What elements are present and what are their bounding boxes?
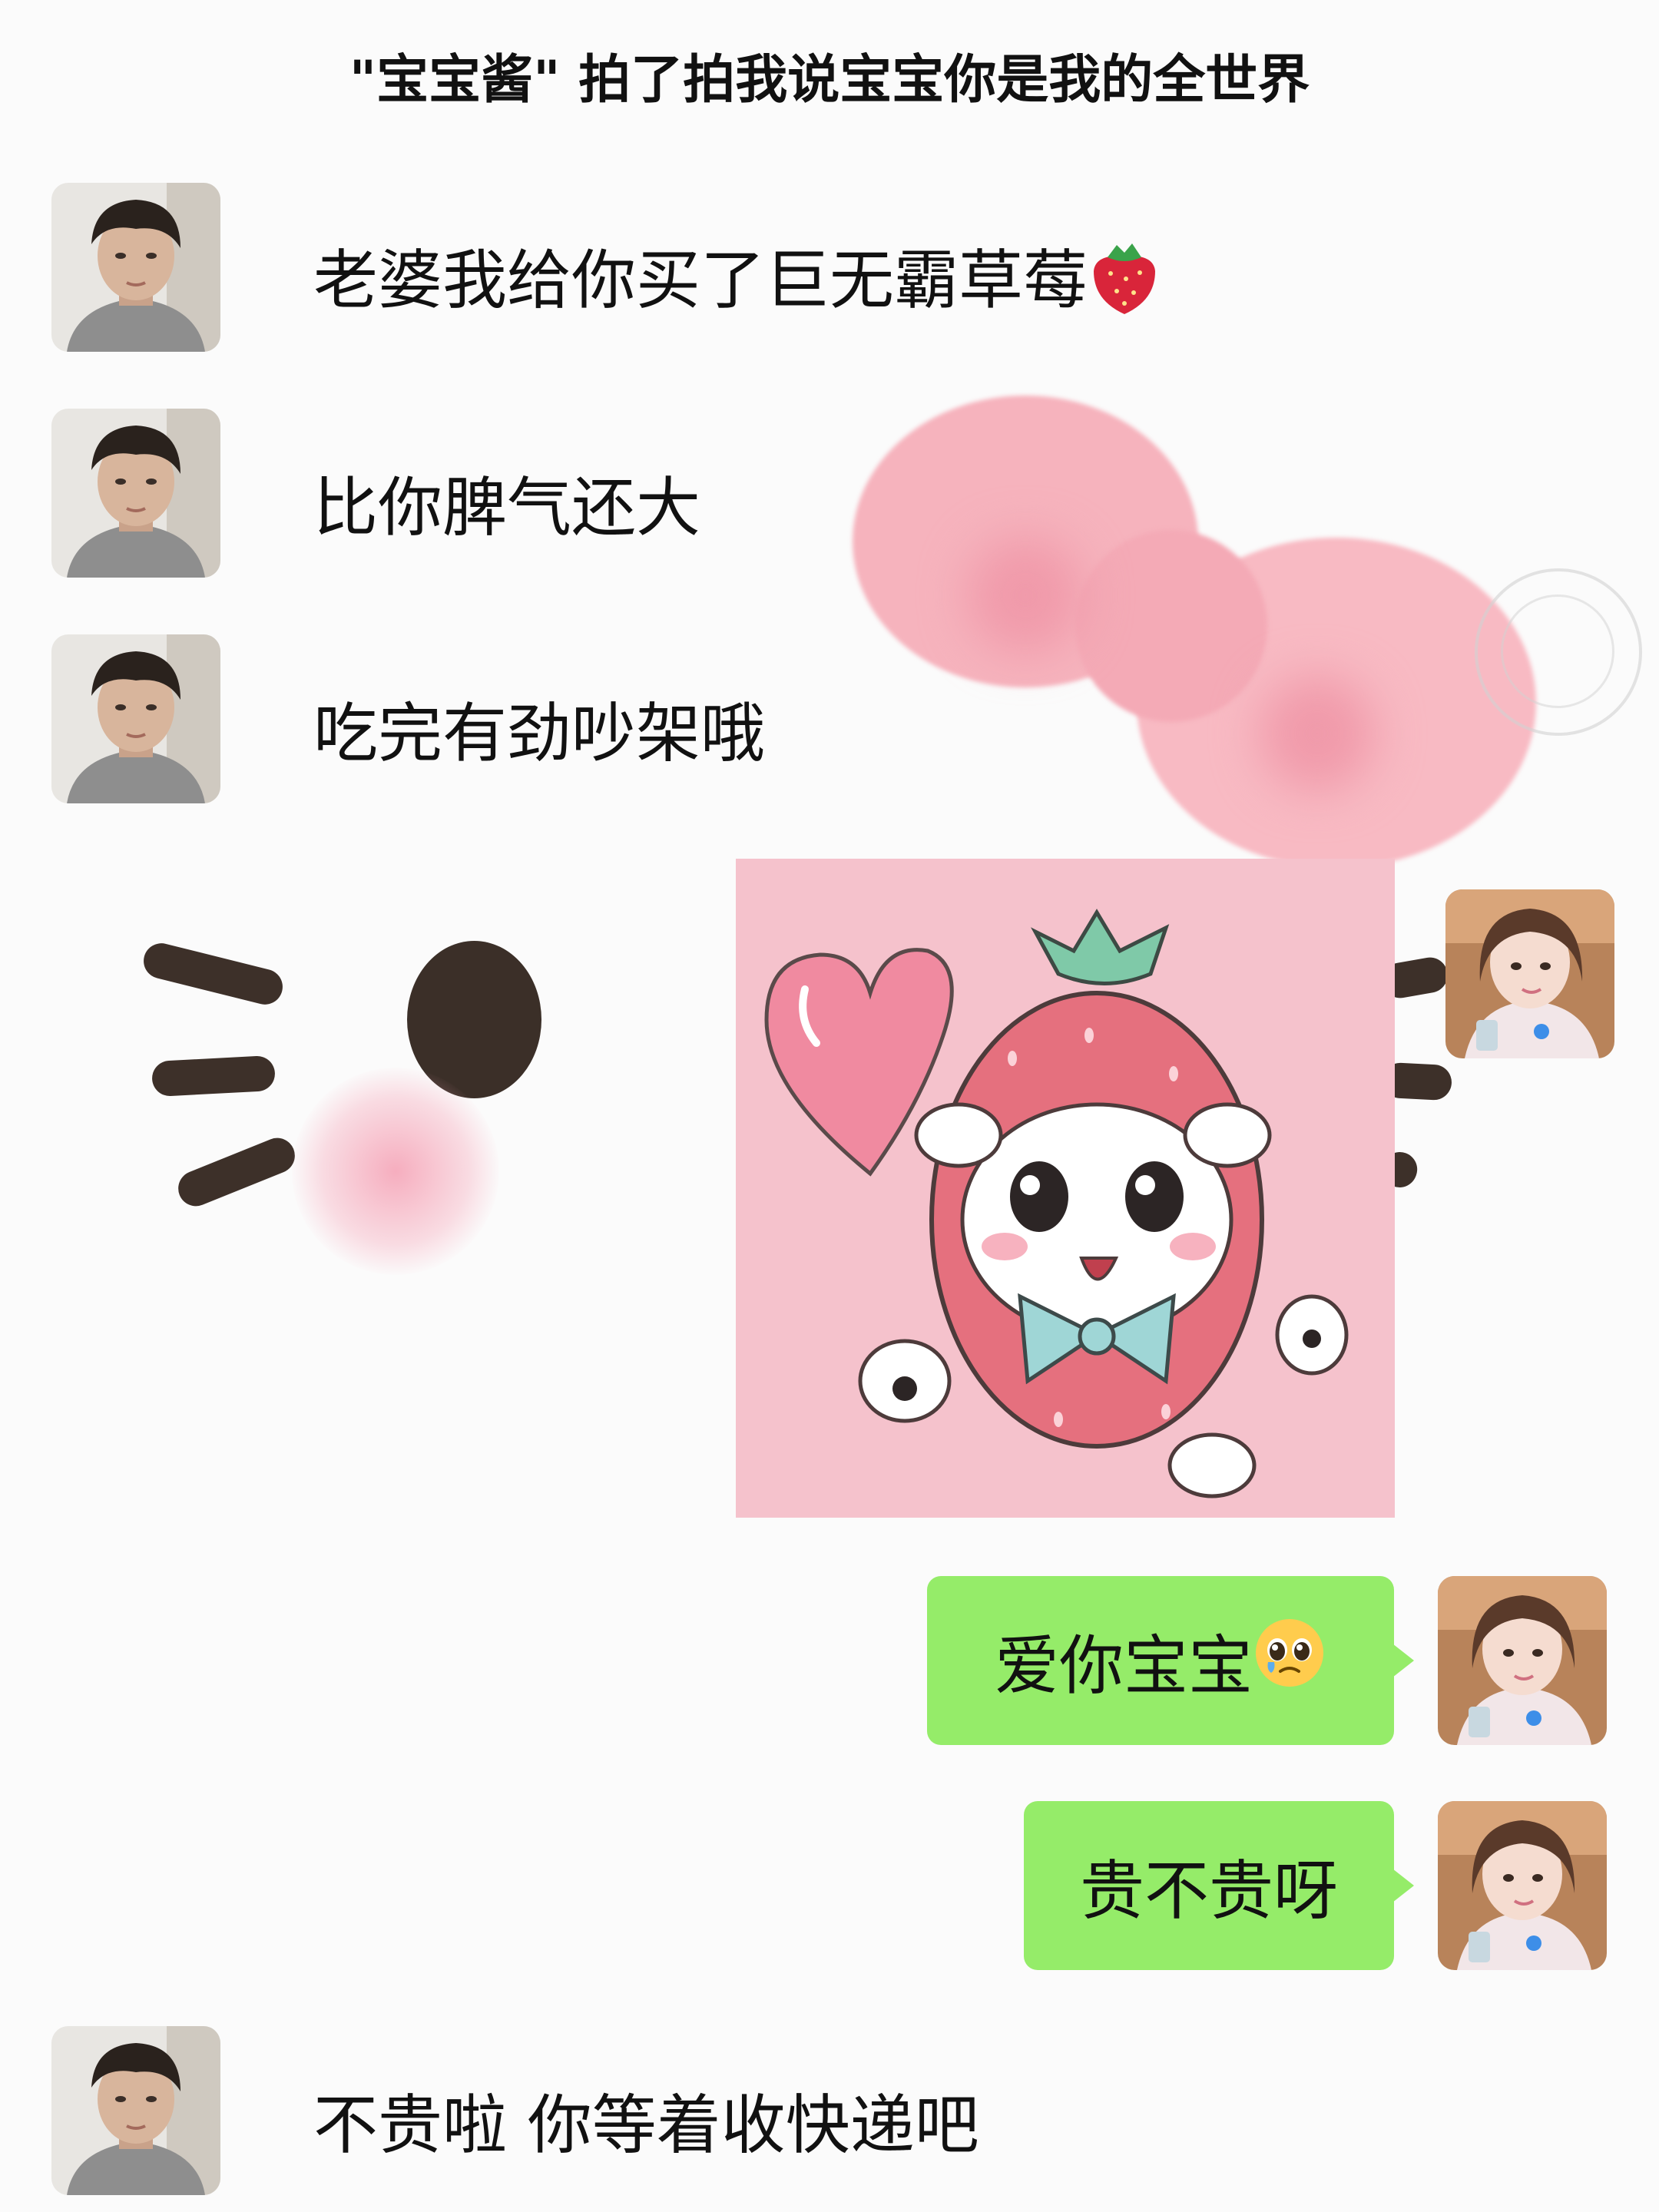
girlfriend-photo-icon: [1445, 889, 1614, 1058]
message-text: 吃完有劲吵架哦: [313, 696, 766, 771]
avatar-boyfriend[interactable]: [51, 409, 220, 578]
strawberry-icon: [1088, 239, 1161, 331]
avatar-boyfriend[interactable]: [51, 2026, 220, 2195]
avatar-girlfriend[interactable]: [1438, 1576, 1607, 1745]
message-text: 不贵啦 你等着收快递吧: [313, 2088, 979, 2163]
message-text: 老婆我给你买了巨无霸草莓: [313, 229, 1161, 331]
boyfriend-photo-icon: [51, 634, 220, 803]
whisker-decoration: [140, 939, 286, 1008]
pleading-face-icon: [1253, 1616, 1326, 1705]
message-text: 比你脾气还大: [313, 470, 701, 545]
avatar-boyfriend[interactable]: [51, 183, 220, 352]
whisker-decoration: [173, 1132, 300, 1212]
avatar-girlfriend[interactable]: [1438, 1801, 1607, 1970]
avatar-girlfriend[interactable]: [1445, 889, 1614, 1058]
girlfriend-photo-icon: [1438, 1801, 1607, 1970]
boyfriend-photo-icon: [51, 183, 220, 352]
watermark-stamp: [1475, 568, 1642, 736]
girlfriend-photo-icon: [1438, 1576, 1607, 1745]
strawberry-puppy-icon: [736, 859, 1395, 1518]
strawberry-puppy-sticker[interactable]: [736, 859, 1395, 1518]
bow-knot-decoration: [1075, 530, 1267, 722]
whisker-decoration: [151, 1055, 276, 1098]
bow-spot-decoration: [968, 538, 1083, 653]
avatar-boyfriend[interactable]: [51, 634, 220, 803]
sent-message-bubble[interactable]: 爱你宝宝: [927, 1576, 1414, 1745]
bow-spot-decoration: [1260, 676, 1375, 791]
boyfriend-photo-icon: [51, 2026, 220, 2195]
boyfriend-photo-icon: [51, 409, 220, 578]
blush-decoration: [292, 1068, 499, 1275]
page-title: "宝宝酱" 拍了拍我说宝宝你是我的全世界: [349, 50, 1310, 111]
sent-message-bubble[interactable]: 贵不贵呀: [1024, 1801, 1414, 1970]
